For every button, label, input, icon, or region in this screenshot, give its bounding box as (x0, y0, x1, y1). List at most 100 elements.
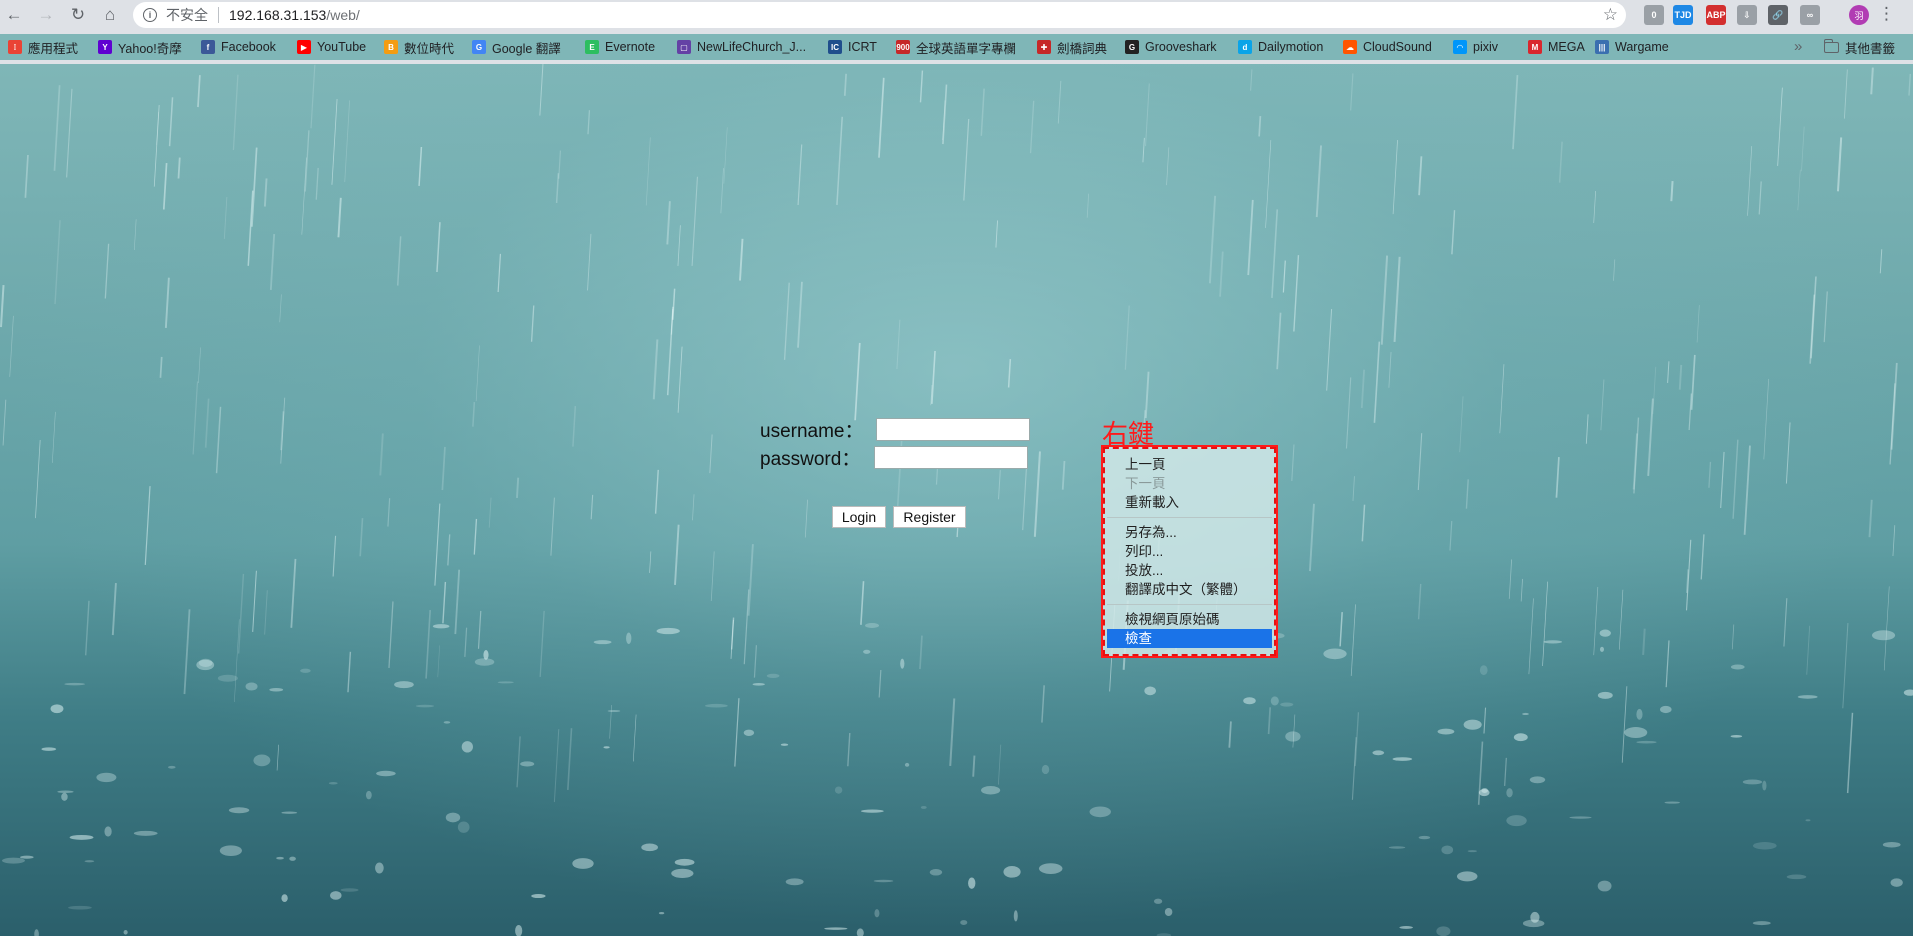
rain-streak (1667, 361, 1670, 383)
bookmark-item[interactable]: ▢ NewLifeChurch_J... (677, 38, 806, 56)
ext-abp-icon[interactable]: ABP (1706, 5, 1726, 25)
context-menu-item[interactable]: 列印... (1105, 542, 1274, 561)
rain-streak (1732, 439, 1739, 519)
reload-icon[interactable]: ↻ (66, 3, 90, 27)
rain-streak (1619, 589, 1624, 650)
bookmark-item[interactable]: ▶ YouTube (297, 38, 366, 56)
rain-streak (1144, 371, 1150, 419)
bookmark-item[interactable]: d Dailymotion (1238, 38, 1323, 56)
rain-streak (304, 130, 310, 192)
context-menu-item[interactable]: 投放... (1105, 561, 1274, 580)
rain-streak (301, 157, 307, 235)
arrow-left-icon[interactable]: ← (2, 3, 26, 27)
ext-link-icon[interactable]: 🔗 (1768, 5, 1788, 25)
rain-streak (35, 439, 41, 519)
water-droplet (658, 912, 665, 915)
rain-streak (980, 88, 985, 136)
bookmark-item[interactable]: ✚ 劍橋詞典 (1037, 38, 1107, 56)
context-menu-item[interactable]: 檢查 (1107, 629, 1272, 648)
context-menu-item[interactable]: 上一頁 (1105, 455, 1274, 474)
rain-streak (111, 583, 117, 636)
rain-streak (1642, 628, 1646, 656)
info-icon[interactable]: i (143, 8, 157, 22)
water-droplet (104, 826, 112, 837)
bookmarks-more-icon[interactable]: » (1794, 38, 1802, 55)
water-droplet (300, 668, 311, 673)
ext-tjd-icon[interactable]: TJD (1673, 5, 1693, 25)
bookmark-item[interactable]: M MEGA (1528, 38, 1585, 56)
water-droplet (1441, 845, 1454, 855)
bookmark-item[interactable]: ◠ pixiv (1453, 38, 1498, 56)
password-input[interactable] (874, 446, 1028, 469)
context-menu-item[interactable]: 另存為... (1105, 523, 1274, 542)
water-droplet (603, 746, 610, 749)
water-droplet (245, 682, 258, 691)
bookmark-star-icon[interactable]: ☆ (1603, 5, 1618, 25)
water-droplet (674, 858, 695, 866)
water-droplet (1742, 779, 1763, 785)
water-droplet (856, 928, 864, 936)
rain-streak (1345, 377, 1352, 449)
water-droplet (1372, 750, 1385, 756)
rain-streak (215, 406, 222, 474)
ext-glasses-icon[interactable]: ∞ (1800, 5, 1820, 25)
rain-streak (1029, 100, 1035, 154)
bookmark-item[interactable]: G Grooveshark (1125, 38, 1217, 56)
bookmark-item[interactable]: ☁ CloudSound (1343, 38, 1432, 56)
rain-streak (134, 219, 137, 250)
bookmark-item[interactable]: E Evernote (585, 38, 655, 56)
rain-streak (164, 277, 170, 329)
folder-icon (1823, 39, 1839, 53)
context-menu-item[interactable]: 重新載入 (1105, 493, 1274, 512)
bookmark-item[interactable]: G Google 翻譯 (472, 38, 561, 56)
rain-streak (269, 234, 276, 291)
address-bar[interactable]: i 不安全 192.168.31.153/web/ ☆ (133, 2, 1626, 28)
bookmark-item[interactable]: ||| Wargame (1595, 38, 1669, 56)
bookmark-item[interactable]: ⁞ 應用程式 (8, 38, 78, 56)
rain-streak (434, 503, 441, 586)
water-droplet (34, 929, 39, 936)
bookmark-item[interactable]: IC ICRT (828, 38, 877, 56)
rain-streak (1652, 366, 1657, 414)
rain-streak (1508, 559, 1513, 599)
rain-streak (1351, 737, 1357, 800)
bookmark-item[interactable]: 900 全球英語單字專欄 (896, 38, 1016, 56)
rain-streak (1512, 75, 1519, 150)
kebab-menu-icon[interactable]: ⋮ (1878, 4, 1895, 24)
ext-download-icon[interactable]: ⇩ (1737, 5, 1757, 25)
rain-streak (204, 398, 210, 448)
water-droplet (276, 856, 284, 860)
other-bookmarks-folder[interactable]: 其他書籤 (1823, 38, 1895, 57)
bookmark-item[interactable]: B 數位時代 (384, 38, 454, 56)
water-droplet (1436, 926, 1451, 936)
rain-streak (1393, 256, 1401, 343)
rain-streak (1593, 587, 1599, 656)
register-button[interactable]: Register (893, 506, 966, 528)
rain-streak (1033, 451, 1041, 537)
rain-streak (247, 190, 254, 266)
rain-streak (337, 197, 342, 238)
water-droplet (457, 821, 470, 833)
water-droplet (929, 869, 943, 876)
bookmark-item[interactable]: f Facebook (201, 38, 276, 56)
profile-avatar[interactable]: 羽 (1849, 5, 1869, 25)
rain-streak (473, 518, 478, 555)
ext-notification-icon[interactable]: 0 (1644, 5, 1664, 25)
rain-streak (1665, 640, 1670, 688)
rain-streak (168, 97, 174, 147)
login-button[interactable]: Login (832, 506, 886, 528)
rain-streak (1145, 83, 1150, 147)
page-content[interactable]: username： password： Login Register 右鍵 上一… (0, 64, 1913, 936)
username-input[interactable] (876, 418, 1030, 441)
rain-streak (1846, 712, 1854, 794)
context-menu-item[interactable]: 翻譯成中文（繁體） (1105, 580, 1274, 599)
rain-streak (1392, 139, 1398, 215)
rain-streak (1763, 378, 1770, 460)
rain-streak (0, 284, 5, 328)
home-icon[interactable]: ⌂ (98, 3, 122, 27)
context-menu-item[interactable]: 檢視網頁原始碼 (1105, 610, 1274, 629)
water-droplet (281, 811, 298, 814)
arrow-right-icon[interactable]: → (34, 3, 58, 27)
password-label: password： (760, 449, 861, 470)
bookmark-item[interactable]: Y Yahoo!奇摩 (98, 38, 182, 56)
